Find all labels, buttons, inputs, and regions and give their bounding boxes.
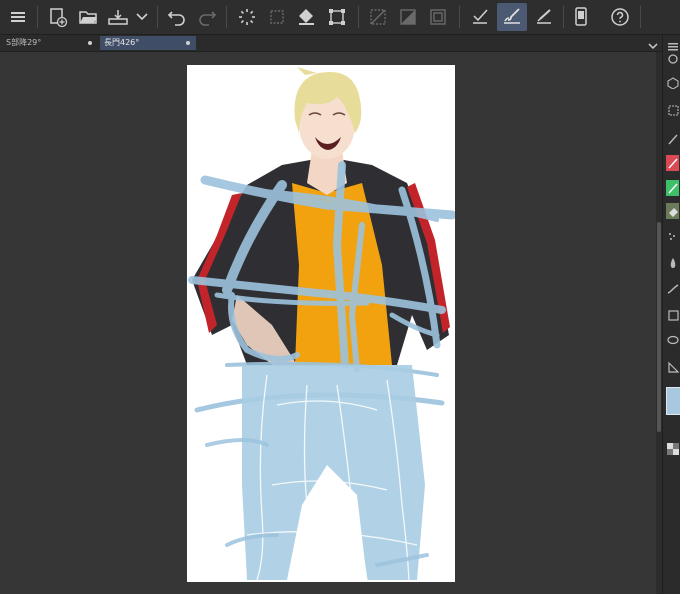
- document-tab-2[interactable]: 長門426°: [100, 36, 196, 50]
- scrollbar-thumb[interactable]: [657, 222, 661, 432]
- right-tool-strip: [662, 35, 680, 594]
- eraser-pen-icon[interactable]: [530, 3, 558, 31]
- main-toolbar: [0, 0, 680, 35]
- pen-check-icon[interactable]: [466, 3, 494, 31]
- document-tab-1[interactable]: S部降29°: [2, 36, 98, 50]
- deselect-icon[interactable]: [364, 3, 392, 31]
- chevron-down-icon[interactable]: [646, 37, 660, 50]
- loading-spinner-icon[interactable]: [233, 3, 261, 31]
- unsaved-dot-icon: [88, 41, 92, 45]
- transparent-color-icon[interactable]: [666, 441, 679, 457]
- document-tabbar: S部降29° 長門426°: [0, 35, 680, 52]
- chevron-down-icon[interactable]: [132, 3, 152, 31]
- transform-icon[interactable]: [323, 3, 351, 31]
- selection-tool-icon[interactable]: [666, 102, 679, 118]
- eraser-tool-icon[interactable]: [666, 203, 679, 219]
- cube-icon[interactable]: [666, 75, 679, 91]
- save-icon[interactable]: [104, 3, 132, 31]
- figure-tool-icon[interactable]: [666, 307, 679, 323]
- clear-icon[interactable]: [263, 3, 291, 31]
- open-folder-icon[interactable]: [74, 3, 102, 31]
- menu-icon[interactable]: [4, 3, 32, 31]
- canvas-workspace[interactable]: [0, 52, 662, 594]
- decoration-tool-icon[interactable]: [666, 281, 679, 297]
- document-tab-label: S部降29°: [6, 38, 42, 47]
- help-icon[interactable]: [606, 3, 634, 31]
- unsaved-dot-icon: [186, 41, 190, 45]
- artwork-illustration: [188, 67, 455, 581]
- text-balloon-tool-icon[interactable]: [666, 333, 679, 349]
- smartphone-icon[interactable]: [567, 3, 595, 31]
- fill-icon[interactable]: [293, 3, 321, 31]
- red-pen-tool-icon[interactable]: [666, 155, 679, 171]
- document-tab-label: 長門426°: [104, 38, 140, 47]
- selection-border-icon[interactable]: [424, 3, 452, 31]
- pen-tool-icon[interactable]: [666, 131, 679, 147]
- green-brush-tool-icon[interactable]: [666, 180, 679, 196]
- airbrush-tool-icon[interactable]: [666, 229, 679, 245]
- new-file-icon[interactable]: [44, 3, 72, 31]
- gradient-tool-icon[interactable]: [666, 359, 679, 375]
- undo-icon[interactable]: [163, 3, 191, 31]
- zoom-icon[interactable]: [666, 51, 679, 67]
- invert-selection-icon[interactable]: [394, 3, 422, 31]
- brush-icon[interactable]: [497, 3, 527, 31]
- blend-tool-icon[interactable]: [666, 255, 679, 271]
- drawing-canvas[interactable]: [187, 65, 455, 582]
- main-color-swatch[interactable]: [666, 387, 680, 415]
- redo-icon[interactable]: [193, 3, 221, 31]
